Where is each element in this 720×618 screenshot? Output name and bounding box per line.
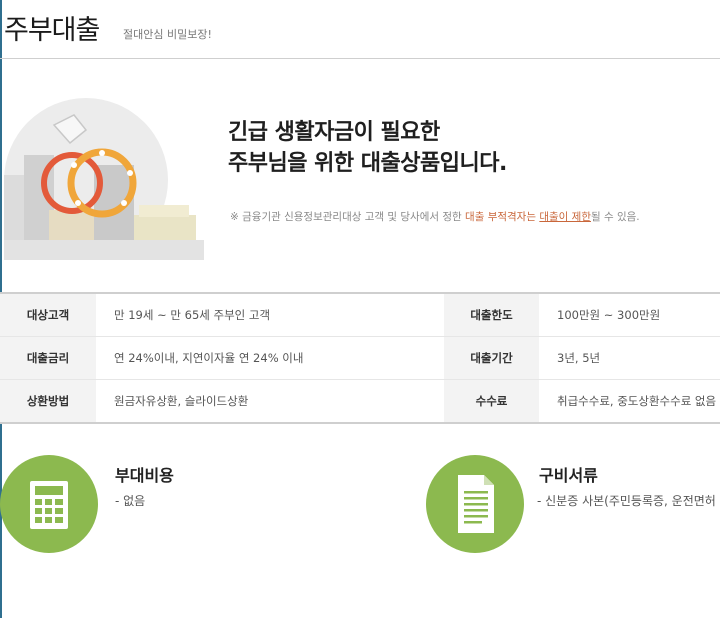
value-loan-limit: 100만원 ~ 300만원 (539, 293, 720, 337)
notice-highlight-ineligible: 대출 부적격자는 (465, 211, 536, 223)
value-repayment-method: 원금자유상환, 슬라이드상환 (114, 394, 249, 408)
feature-cost-desc: - 없음 (115, 494, 146, 508)
notice-suffix: 될 수 있음. (590, 211, 640, 223)
hero-headline: 긴급 생활자금이 필요한 주부님을 위한 대출상품입니다. (228, 117, 507, 179)
feature-cost: 부대비용 - 없음 (0, 455, 330, 565)
hero-headline-line-1: 긴급 생활자금이 필요한 (228, 120, 440, 145)
feature-cost-title: 부대비용 (115, 466, 174, 485)
document-icon (426, 455, 524, 553)
label-loan-limit: 대출한도 (444, 293, 539, 337)
label-repayment-method: 상환방법 (0, 379, 96, 423)
wedding-rings-illustration (4, 95, 204, 262)
label-interest-rate: 대출금리 (0, 336, 96, 380)
table-row: 상환방법 원금자유상환, 슬라이드상환 수수료 취급수수료, 중도상환수수료 없… (0, 379, 720, 423)
page-title: 주부대출 (4, 15, 100, 46)
label-loan-period: 대출기간 (444, 336, 539, 380)
eligibility-notice: ※ 금융기관 신용정보관리대상 고객 및 당사에서 정한 대출 부적격자는 대출… (230, 209, 640, 224)
value-fees: 취급수수료, 중도상환수수료 없음 (557, 394, 717, 408)
value-target-customer: 만 19세 ~ 만 65세 주부인 고객 (96, 293, 444, 337)
page-header: 주부대출 절대안심 비밀보장! (0, 0, 720, 59)
notice-prefix: ※ 금융기관 신용정보관리대상 고객 및 당사에서 정한 (230, 211, 466, 223)
value-loan-period: 3년, 5년 (539, 336, 720, 380)
table-row: 대출금리 연 24%이내, 지연이자율 연 24% 이내 대출기간 3년, 5년 (0, 336, 720, 380)
loan-info-table: 대상고객 만 19세 ~ 만 65세 주부인 고객 대출한도 100만원 ~ 3… (0, 292, 720, 424)
table-row: 대상고객 만 19세 ~ 만 65세 주부인 고객 대출한도 100만원 ~ 3… (0, 293, 720, 337)
hero-headline-line-2: 주부님을 위한 대출상품입니다. (228, 151, 507, 176)
calculator-icon (0, 455, 98, 553)
page-subtitle: 절대안심 비밀보장! (123, 28, 212, 41)
feature-documents-desc: - 신분증 사본(주민등록증, 운전면허 (537, 494, 716, 508)
notice-highlight-restricted: 대출이 제한 (539, 211, 591, 223)
label-fees: 수수료 (444, 379, 539, 423)
feature-documents-title: 구비서류 (539, 466, 598, 485)
feature-documents: 구비서류 - 신분증 사본(주민등록증, 운전면허 (426, 455, 720, 565)
label-target-customer: 대상고객 (0, 293, 96, 337)
value-interest-rate: 연 24%이내, 지연이자율 연 24% 이내 (96, 336, 444, 380)
